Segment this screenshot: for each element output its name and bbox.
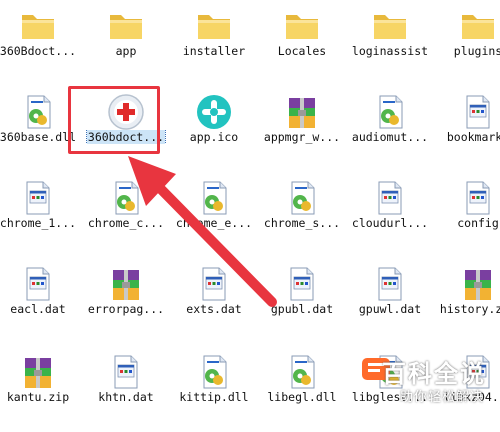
file-label: plugins bbox=[453, 44, 500, 58]
file-label: libegl.dll bbox=[267, 390, 337, 404]
folder-icon bbox=[18, 6, 58, 46]
file-item[interactable]: chrome_1... bbox=[0, 172, 82, 258]
file-item[interactable]: chrome_e... bbox=[170, 172, 258, 258]
file-item[interactable]: chrome_c... bbox=[82, 172, 170, 258]
archive-file-icon bbox=[458, 264, 498, 304]
file-label: khtn.dat bbox=[98, 390, 154, 404]
file-label: installer bbox=[182, 44, 246, 58]
file-label: chrome_s... bbox=[263, 216, 341, 230]
file-item[interactable]: app.ico bbox=[170, 86, 258, 172]
archive-file-icon bbox=[282, 92, 322, 132]
archive-file-icon bbox=[18, 352, 58, 392]
watermark-subtitle: 助你轻松解决 bbox=[399, 390, 484, 405]
document-file-icon bbox=[282, 264, 322, 304]
file-label: chrome_c... bbox=[87, 216, 165, 230]
file-label: errorpag... bbox=[87, 302, 165, 316]
file-label: gpuwl.dat bbox=[358, 302, 422, 316]
file-label: kittip.dll bbox=[179, 390, 249, 404]
file-item[interactable]: Locales bbox=[258, 0, 346, 86]
file-label: cloudurl... bbox=[351, 216, 429, 230]
document-file-icon bbox=[370, 264, 410, 304]
file-item[interactable]: plugins bbox=[434, 0, 500, 86]
watermark-title: 百科全说 bbox=[382, 360, 486, 388]
file-label: audiomut... bbox=[351, 130, 429, 144]
file-label: loginassist bbox=[351, 44, 429, 58]
file-item[interactable]: eacl.dat bbox=[0, 258, 82, 344]
file-label: chrome_e... bbox=[175, 216, 253, 230]
document-file-icon bbox=[458, 92, 498, 132]
folder-icon bbox=[194, 6, 234, 46]
file-label: Locales bbox=[277, 44, 327, 58]
file-item[interactable]: cloudurl... bbox=[346, 172, 434, 258]
file-item[interactable]: exts.dat bbox=[170, 258, 258, 344]
file-label: config bbox=[457, 216, 499, 230]
folder-icon bbox=[370, 6, 410, 46]
file-item[interactable]: 360Bdoct... bbox=[0, 0, 82, 86]
file-item[interactable]: chrome_s... bbox=[258, 172, 346, 258]
folder-icon bbox=[282, 6, 322, 46]
file-label: appmgr_w... bbox=[263, 130, 341, 144]
folder-icon bbox=[458, 6, 498, 46]
document-file-icon bbox=[18, 178, 58, 218]
file-item[interactable]: errorpag... bbox=[82, 258, 170, 344]
file-label: history.zip bbox=[439, 302, 500, 316]
file-item[interactable]: gpubl.dat bbox=[258, 258, 346, 344]
file-item[interactable]: installer bbox=[170, 0, 258, 86]
document-file-icon bbox=[106, 352, 146, 392]
file-item[interactable]: libegl.dll bbox=[258, 346, 346, 432]
file-label: bookmarks bbox=[446, 130, 500, 144]
file-label: kantu.zip bbox=[6, 390, 70, 404]
selection-highlight bbox=[68, 86, 160, 154]
file-item[interactable]: khtn.dat bbox=[82, 346, 170, 432]
file-label: eacl.dat bbox=[10, 302, 66, 316]
file-grid: 360Bdoct... app installer Locales logina… bbox=[0, 0, 500, 414]
dll-file-icon bbox=[370, 92, 410, 132]
file-item[interactable]: config bbox=[434, 172, 500, 258]
file-item[interactable]: kantu.zip bbox=[0, 346, 82, 432]
dll-file-icon bbox=[106, 178, 146, 218]
dll-file-icon bbox=[194, 352, 234, 392]
dll-file-icon bbox=[282, 178, 322, 218]
file-item[interactable]: loginassist bbox=[346, 0, 434, 86]
document-file-icon bbox=[194, 264, 234, 304]
file-label: chrome_1... bbox=[0, 216, 77, 230]
file-item[interactable]: bookmarks bbox=[434, 86, 500, 172]
document-file-icon bbox=[370, 178, 410, 218]
archive-file-icon bbox=[106, 264, 146, 304]
dll-file-icon bbox=[194, 178, 234, 218]
app-ico-file-icon bbox=[194, 92, 234, 132]
file-item[interactable]: appmgr_w... bbox=[258, 86, 346, 172]
dll-file-icon bbox=[282, 352, 322, 392]
document-file-icon bbox=[458, 178, 498, 218]
dll-file-icon bbox=[18, 92, 58, 132]
folder-icon bbox=[106, 6, 146, 46]
file-item[interactable]: app bbox=[82, 0, 170, 86]
file-item[interactable]: gpuwl.dat bbox=[346, 258, 434, 344]
file-item[interactable]: kittip.dll bbox=[170, 346, 258, 432]
watermark: 百科全说 助你轻松解决 bbox=[362, 354, 494, 408]
file-item[interactable]: history.zip bbox=[434, 258, 500, 344]
file-label: exts.dat bbox=[186, 302, 242, 316]
file-item[interactable]: audiomut... bbox=[346, 86, 434, 172]
document-file-icon bbox=[18, 264, 58, 304]
file-label: app.ico bbox=[189, 130, 239, 144]
file-label: gpubl.dat bbox=[270, 302, 334, 316]
file-label: app bbox=[115, 44, 137, 58]
file-label: 360Bdoct... bbox=[0, 44, 77, 58]
